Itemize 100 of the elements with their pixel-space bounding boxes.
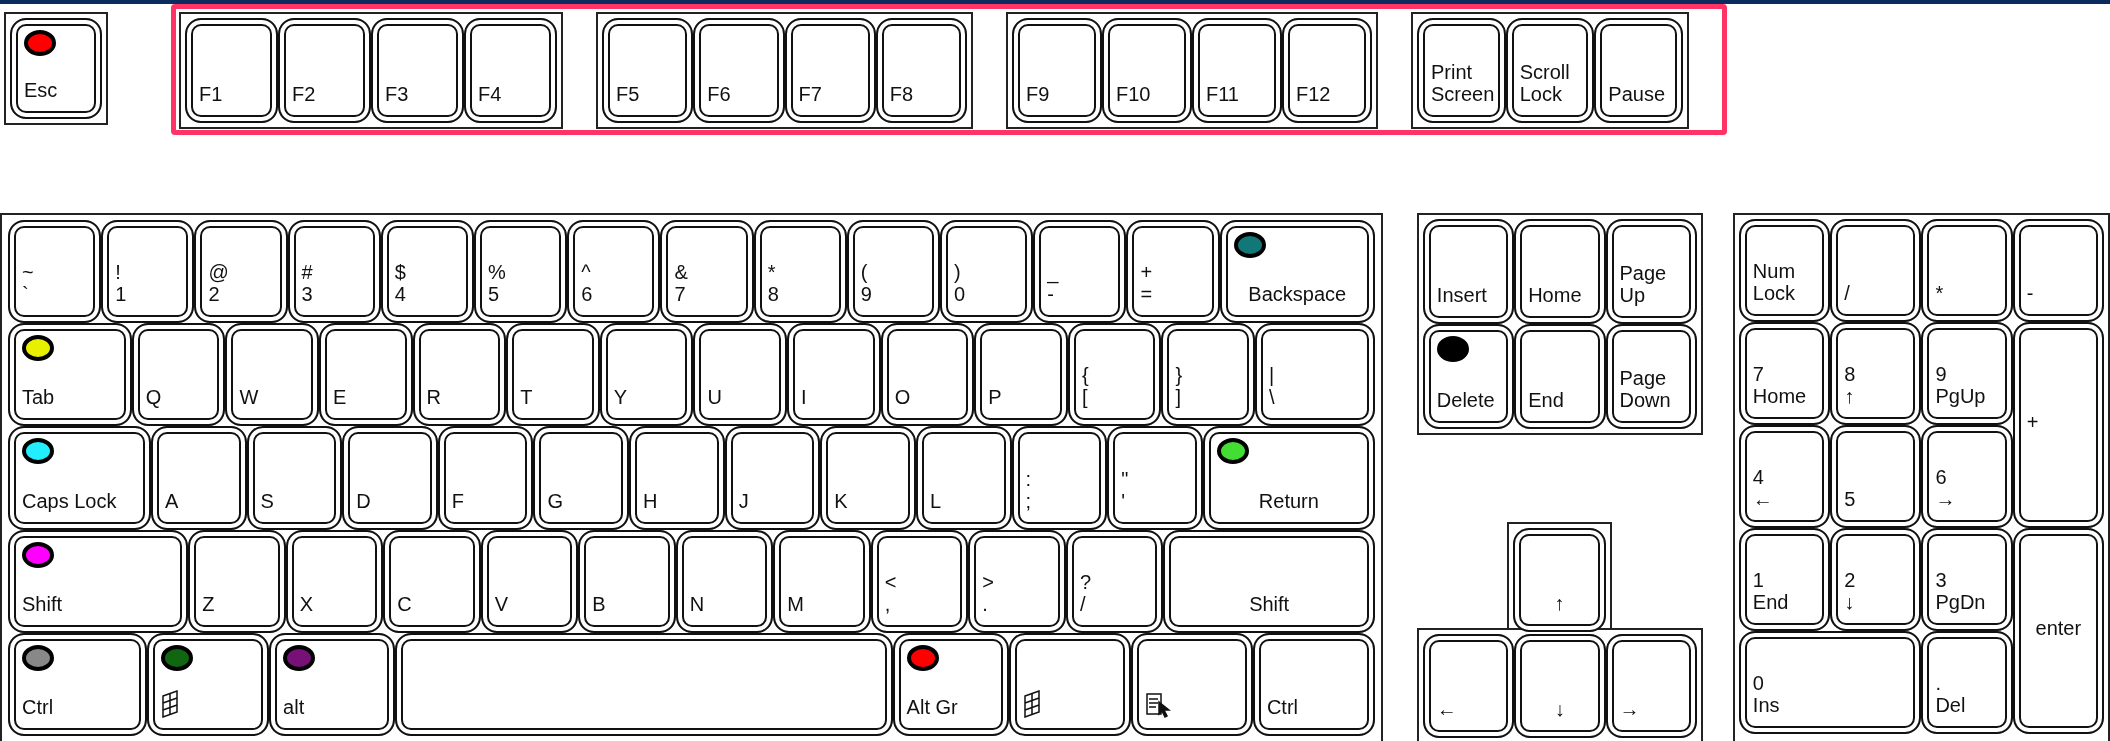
key-legend: B — [592, 592, 606, 615]
key-legend: Insert — [1436, 284, 1487, 306]
key-legend: alt — [283, 696, 305, 718]
key-legend: X — [299, 592, 314, 615]
key-legend: = — [1140, 283, 1153, 306]
key-legend: P — [988, 386, 1002, 409]
key-legend: 0 — [954, 283, 966, 306]
key-legend: Alt Gr — [906, 696, 958, 718]
key-legend: Pause — [1608, 83, 1666, 105]
key-legend: Shift — [22, 592, 63, 615]
key-legend: ^ — [581, 261, 591, 284]
key-legend: 2 — [208, 283, 220, 306]
key-legend: 1 — [115, 283, 127, 306]
key-legend: ) — [954, 261, 961, 284]
key-legend: Up — [1619, 284, 1646, 306]
key-legend: 3 — [1935, 569, 1947, 591]
key-legend: ( — [860, 261, 868, 284]
key-legend: Ins — [1752, 694, 1780, 716]
key-legend: enter — [2035, 617, 2082, 639]
key-legend: F — [451, 489, 465, 512]
key-legend: Home — [1528, 284, 1582, 306]
key-legend: 7 — [674, 283, 686, 306]
key-legend: Lock — [1519, 83, 1562, 105]
key-legend: . — [982, 592, 988, 615]
key-legend: ; — [1025, 489, 1032, 512]
key-legend: 8 — [1844, 363, 1856, 385]
key-legend: $ — [394, 261, 406, 284]
key-legend: 6 — [581, 283, 593, 306]
key-legend: ← — [1752, 488, 1773, 510]
key-legend: F7 — [798, 83, 822, 105]
key-legend: L — [929, 489, 942, 512]
key-legend: O — [894, 386, 911, 409]
key-legend: End — [1528, 389, 1564, 411]
key-legend: C — [397, 592, 412, 615]
key-legend: 6 — [1935, 466, 1947, 488]
key-legend: F4 — [478, 83, 502, 105]
key-legend: PgDn — [1935, 591, 1986, 613]
key-legend: * — [767, 261, 776, 284]
key-legend: F5 — [616, 83, 640, 105]
key-legend: → — [1935, 488, 1956, 510]
key-legend: # — [301, 261, 313, 284]
key-legend: ↓ — [1844, 591, 1855, 613]
key-legend: Lock — [1752, 282, 1796, 304]
key-legend: Shift — [1249, 592, 1290, 615]
key-legend: 5 — [488, 283, 500, 306]
key-legend: } — [1175, 364, 1183, 387]
key-legend: J — [738, 489, 749, 512]
key-legend: Page — [1619, 262, 1667, 284]
key-legend: N — [689, 592, 705, 615]
key-legend: 9 — [1935, 363, 1947, 385]
key-legend: Ctrl — [1266, 696, 1299, 718]
key-legend: % — [488, 261, 506, 284]
menu-cursor-icon — [1145, 692, 1171, 718]
key-legend: ← — [1436, 698, 1457, 720]
key-legend: Home — [1752, 385, 1807, 407]
key-legend: V — [494, 592, 509, 615]
key-legend: M — [787, 592, 804, 615]
key-legend: 5 — [1844, 488, 1856, 510]
key-legend: 8 — [767, 283, 779, 306]
key-legend: Ctrl — [22, 696, 54, 718]
key-legend: 3 — [301, 283, 313, 306]
key-legend: [ — [1081, 386, 1088, 409]
key-legend: ` — [22, 283, 29, 306]
key-legend: T — [520, 386, 533, 409]
key-legend: 0 — [1752, 672, 1764, 694]
key-legend: Down — [1619, 389, 1671, 411]
key-legend: S — [260, 489, 274, 512]
key-legend: F12 — [1296, 83, 1331, 105]
key-legend: Num — [1752, 260, 1796, 282]
key-legend: W — [239, 386, 259, 409]
key-legend: Return — [1258, 489, 1319, 512]
key-legend: 7 — [1752, 363, 1764, 385]
key-legend: Tab — [22, 386, 55, 409]
key-legend: ↑ — [1554, 592, 1565, 614]
key-legend: A — [164, 489, 179, 512]
key-legend: F10 — [1116, 83, 1151, 105]
key-legend: 1 — [1752, 569, 1764, 591]
key-legend: / — [1844, 282, 1850, 304]
key-legend: ↑ — [1844, 385, 1855, 407]
key-legend: . — [1935, 672, 1941, 694]
key-legend: E — [333, 386, 347, 409]
key-legend: 4 — [394, 283, 406, 306]
key-legend: _ — [1047, 261, 1059, 284]
key-legend: + — [2026, 411, 2039, 433]
key-legend: Scroll — [1519, 61, 1570, 83]
key-legend: , — [884, 592, 891, 615]
key-legend: - — [1047, 283, 1054, 306]
key-legend: Delete — [1436, 389, 1495, 411]
key-legend: F8 — [889, 83, 914, 105]
key-legend: > — [982, 570, 995, 593]
key-legend: Screen — [1431, 83, 1495, 105]
key-legend: Y — [613, 386, 628, 409]
key-legend: + — [1140, 261, 1153, 284]
key-legend: G — [547, 489, 563, 512]
key-legend: ↓ — [1554, 698, 1565, 720]
key-legend: : — [1025, 467, 1032, 490]
key-legend: Page — [1619, 367, 1667, 389]
key-legend: ' — [1121, 489, 1126, 512]
key-legend: { — [1081, 364, 1089, 387]
key-legend: F3 — [385, 83, 409, 105]
